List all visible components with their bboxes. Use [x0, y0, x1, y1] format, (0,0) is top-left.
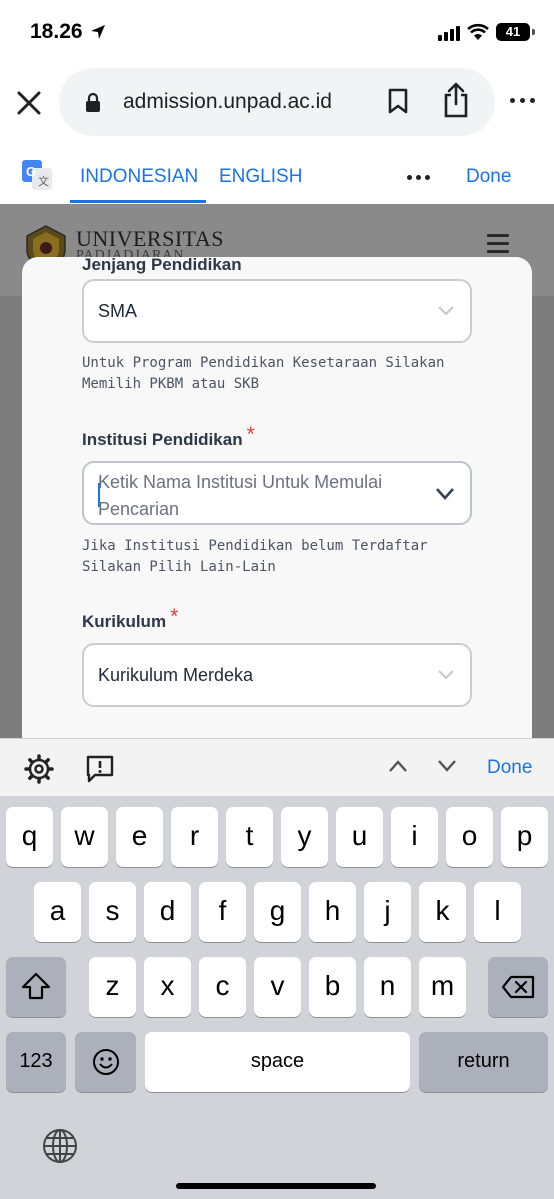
key-p[interactable]: p	[501, 807, 548, 867]
key-w[interactable]: w	[61, 807, 108, 867]
institusi-help-text: Jika Institusi Pendidikan belum Terdafta…	[82, 538, 428, 575]
chevron-down-icon	[438, 670, 454, 680]
feedback-icon[interactable]	[85, 754, 115, 784]
return-key[interactable]: return	[419, 1032, 548, 1092]
institusi-label-text: Institusi Pendidikan	[82, 430, 243, 449]
key-c[interactable]: c	[199, 957, 246, 1017]
key-l[interactable]: l	[474, 882, 521, 942]
key-k[interactable]: k	[419, 882, 466, 942]
chevron-down-icon[interactable]	[437, 759, 457, 773]
shift-icon	[21, 972, 51, 1000]
chevron-down-icon[interactable]	[436, 488, 454, 500]
wifi-icon	[467, 23, 489, 40]
status-time: 18.26	[30, 20, 83, 43]
key-u[interactable]: u	[336, 807, 383, 867]
active-tab-indicator	[70, 200, 206, 203]
numbers-key[interactable]: 123	[6, 1032, 66, 1092]
kurikulum-label-text: Kurikulum	[82, 612, 167, 631]
emoji-key[interactable]	[75, 1032, 136, 1092]
key-y[interactable]: y	[281, 807, 328, 867]
home-indicator	[176, 1183, 376, 1189]
svg-text:文: 文	[38, 174, 49, 188]
key-x[interactable]: x	[144, 957, 191, 1017]
kurikulum-select[interactable]: Kurikulum Merdeka	[82, 643, 472, 707]
institusi-label: Institusi Pendidikan *	[82, 423, 255, 451]
chevron-down-icon	[438, 306, 454, 316]
keyboard: q w e r t y u i o p a s d f g h j k l z …	[0, 796, 554, 1199]
google-translate-icon: G 文	[22, 160, 52, 190]
translate-done-button[interactable]: Done	[466, 166, 511, 188]
svg-text:G: G	[26, 164, 36, 179]
key-d[interactable]: d	[144, 882, 191, 942]
keyboard-done-button[interactable]: Done	[487, 757, 532, 779]
institusi-search-input[interactable]: Ketik Nama Institusi Untuk Memulai Penca…	[82, 461, 472, 525]
key-j[interactable]: j	[364, 882, 411, 942]
kurikulum-label: Kurikulum *	[82, 605, 178, 633]
tab-indonesian[interactable]: INDONESIAN	[80, 166, 198, 188]
browser-toolbar: admission.unpad.ac.id	[0, 62, 554, 148]
required-asterisk: *	[170, 605, 179, 628]
share-icon[interactable]	[441, 82, 471, 118]
backspace-key[interactable]	[488, 957, 548, 1017]
tab-english[interactable]: ENGLISH	[219, 166, 302, 188]
key-q[interactable]: q	[6, 807, 53, 867]
cellular-signal-icon	[438, 26, 460, 41]
globe-icon[interactable]	[42, 1128, 78, 1164]
key-s[interactable]: s	[89, 882, 136, 942]
institusi-placeholder: Ketik Nama Institusi Untuk Memulai Penca…	[98, 472, 383, 519]
key-z[interactable]: z	[89, 957, 136, 1017]
key-e[interactable]: e	[116, 807, 163, 867]
field-label-jenjang: Jenjang Pendidikan	[82, 255, 242, 274]
jenjang-help-text: Untuk Program Pendidikan Kesetaraan Sila…	[82, 355, 445, 392]
kurikulum-value: Kurikulum Merdeka	[98, 665, 254, 685]
bookmark-icon[interactable]	[387, 88, 409, 114]
gear-icon[interactable]	[24, 754, 54, 784]
battery-icon: 41	[496, 23, 530, 41]
shift-key[interactable]	[6, 957, 66, 1017]
key-v[interactable]: v	[254, 957, 301, 1017]
key-b[interactable]: b	[309, 957, 356, 1017]
key-h[interactable]: h	[309, 882, 356, 942]
url-text: admission.unpad.ac.id	[123, 90, 332, 113]
jenjang-select[interactable]: SMA	[82, 279, 472, 343]
hamburger-menu-icon[interactable]	[487, 234, 509, 258]
backspace-icon	[501, 975, 535, 999]
required-asterisk: *	[246, 423, 255, 446]
keyboard-accessory-bar: Done	[0, 738, 554, 796]
address-bar[interactable]: admission.unpad.ac.id	[59, 68, 495, 136]
web-page: UNIVERSITAS PADJADJARAN Jenjang Pendidik…	[0, 204, 554, 738]
emoji-icon	[92, 1049, 119, 1075]
battery-cap	[532, 29, 535, 35]
key-o[interactable]: o	[446, 807, 493, 867]
text-caret	[98, 483, 100, 507]
space-key[interactable]: space	[145, 1032, 410, 1092]
chevron-up-icon[interactable]	[388, 759, 408, 773]
status-bar: 18.26 41	[0, 0, 554, 62]
key-a[interactable]: a	[34, 882, 81, 942]
form-modal: Jenjang Pendidikan SMA Untuk Program Pen…	[22, 255, 532, 738]
lock-icon	[86, 93, 100, 112]
translate-bar: G 文 INDONESIAN ENGLISH Done	[0, 148, 554, 204]
more-menu-icon[interactable]	[510, 98, 535, 103]
key-i[interactable]: i	[391, 807, 438, 867]
translate-more-icon[interactable]	[407, 175, 430, 180]
key-r[interactable]: r	[171, 807, 218, 867]
key-g[interactable]: g	[254, 882, 301, 942]
key-t[interactable]: t	[226, 807, 273, 867]
location-arrow-icon	[91, 25, 105, 39]
key-n[interactable]: n	[364, 957, 411, 1017]
key-f[interactable]: f	[199, 882, 246, 942]
close-icon[interactable]	[14, 88, 44, 118]
jenjang-value: SMA	[98, 301, 138, 321]
key-m[interactable]: m	[419, 957, 466, 1017]
